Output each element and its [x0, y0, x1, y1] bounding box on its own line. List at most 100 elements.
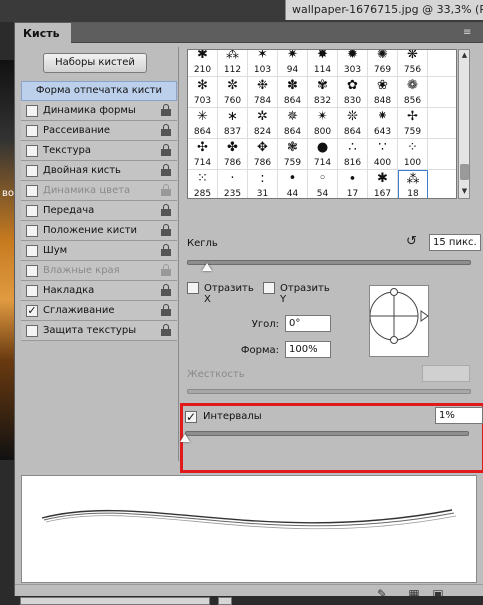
brush-preset[interactable]: ✾ 832 [308, 77, 338, 108]
size-slider[interactable] [187, 260, 471, 265]
brush-preset[interactable]: ⁕ 643 [368, 108, 398, 139]
flip-x-checkbox[interactable] [187, 282, 199, 294]
brush-preset[interactable]: ⁘ 100 [398, 139, 428, 170]
lock-icon[interactable] [161, 204, 171, 217]
brush-preset-grid[interactable]: ✱ 210 ⁂ 112 ✶ 103 ✷ 94 ✸ 114 ✹ 303 ✺ 769 ❋ 756 ✻ 703 ✼ 760 ❉… [187, 49, 457, 199]
brush-preset[interactable]: ✱ 167 [368, 170, 398, 198]
brush-grid-scrollbar[interactable]: ▲ ▼ [458, 49, 470, 199]
flip-y-checkbox[interactable] [263, 282, 275, 294]
brush-preset[interactable]: ∙ 17 [338, 170, 368, 198]
lock-icon[interactable] [161, 244, 171, 257]
reset-size-icon[interactable]: ↺ [406, 235, 420, 249]
brush-preset[interactable]: ✻ 703 [188, 77, 218, 108]
brush-preset[interactable]: ❃ 759 [278, 139, 308, 170]
brush-preset[interactable]: ✱ 210 [188, 50, 218, 77]
spacing-slider-thumb[interactable] [180, 434, 190, 442]
sidebar-item-checkbox[interactable] [26, 165, 38, 177]
sidebar-item-brush-tip-shape[interactable]: Форма отпечатка кисти [21, 81, 177, 101]
brush-preset[interactable]: ✤ 786 [218, 139, 248, 170]
sidebar-item-checkbox[interactable]: ✓ [26, 305, 38, 317]
collapse-icon[interactable]: » [471, 9, 477, 19]
sidebar-item-checkbox[interactable] [26, 265, 38, 277]
roundness-input[interactable]: 100% [285, 341, 331, 358]
angle-input[interactable]: 0° [285, 315, 331, 332]
brush-preset[interactable]: ✿ 830 [338, 77, 368, 108]
angle-roundness-widget[interactable] [369, 285, 429, 357]
brush-preset[interactable]: ❁ 856 [398, 77, 428, 108]
sidebar-item[interactable]: Динамика цвета [21, 181, 177, 201]
brush-preset[interactable]: ✺ 769 [368, 50, 398, 77]
lock-icon[interactable] [161, 104, 171, 117]
scrollbar-thumb[interactable] [460, 164, 469, 180]
spacing-checkbox[interactable]: ✓ [185, 411, 197, 423]
sidebar-item[interactable]: Рассеивание [21, 121, 177, 141]
brush-preset-selected[interactable]: ⁂ 18 [398, 170, 428, 198]
brush-preset[interactable]: ✹ 303 [338, 50, 368, 77]
sidebar-item[interactable]: Положение кисти [21, 221, 177, 241]
sidebar-item-checkbox[interactable] [26, 185, 38, 197]
scroll-up-icon[interactable]: ▲ [460, 51, 469, 61]
status-button[interactable] [218, 597, 232, 605]
sidebar-item-checkbox[interactable] [26, 145, 38, 157]
sidebar-item-checkbox[interactable] [26, 125, 38, 137]
sidebar-item[interactable]: ✓ Сглаживание [21, 301, 177, 321]
lock-icon[interactable] [161, 164, 171, 177]
brush-preset[interactable]: ⁂ 112 [218, 50, 248, 77]
brush-preset[interactable]: ∵ 400 [368, 139, 398, 170]
brush-preset[interactable]: ❊ 864 [338, 108, 368, 139]
size-input[interactable]: 15 пикс. [429, 234, 481, 251]
brush-preset[interactable]: ∴ 816 [338, 139, 368, 170]
sidebar-item-checkbox[interactable] [26, 105, 38, 117]
brush-preset[interactable]: ⁙ 285 [188, 170, 218, 198]
size-slider-thumb[interactable] [201, 263, 212, 271]
spacing-input[interactable]: 1% [435, 407, 483, 424]
lock-icon[interactable] [161, 264, 171, 277]
brush-preset[interactable]: ✽ 864 [278, 77, 308, 108]
sidebar-item[interactable]: Влажные края [21, 261, 177, 281]
brush-preset[interactable]: ● 714 [308, 139, 338, 170]
sidebar-item-checkbox[interactable] [26, 285, 38, 297]
sidebar-item-checkbox[interactable] [26, 325, 38, 337]
brush-preset[interactable]: • 44 [278, 170, 308, 198]
lock-icon[interactable] [161, 304, 171, 317]
lock-icon[interactable] [161, 124, 171, 137]
sidebar-item-checkbox[interactable] [26, 225, 38, 237]
brush-preset[interactable]: ✲ 824 [248, 108, 278, 139]
brush-preset[interactable]: ❀ 848 [368, 77, 398, 108]
lock-icon[interactable] [161, 144, 171, 157]
sidebar-item[interactable]: Передача [21, 201, 177, 221]
brush-preset[interactable]: ✷ 94 [278, 50, 308, 77]
sidebar-item[interactable]: Защита текстуры [21, 321, 177, 341]
panel-title-tab[interactable]: Кисть [15, 23, 71, 43]
brush-preset[interactable]: ✶ 103 [248, 50, 278, 77]
brush-preset[interactable]: ✼ 760 [218, 77, 248, 108]
sidebar-item[interactable]: Двойная кисть [21, 161, 177, 181]
brush-preset[interactable]: ❉ 784 [248, 77, 278, 108]
scroll-down-icon[interactable]: ▼ [460, 187, 469, 197]
lock-icon[interactable] [161, 224, 171, 237]
brush-preset[interactable]: ✴ 800 [308, 108, 338, 139]
lock-icon[interactable] [161, 184, 171, 197]
brush-preset[interactable]: ✣ 714 [188, 139, 218, 170]
brush-preset[interactable]: ✥ 786 [248, 139, 278, 170]
brush-sets-button[interactable]: Наборы кистей [43, 53, 147, 73]
lock-icon[interactable] [161, 284, 171, 297]
brush-preset[interactable]: ✳ 864 [188, 108, 218, 139]
sidebar-item[interactable]: Текстура [21, 141, 177, 161]
brush-preset[interactable]: ✵ 864 [278, 108, 308, 139]
spacing-slider[interactable] [185, 431, 469, 436]
brush-preset[interactable]: ❋ 756 [398, 50, 428, 77]
lock-icon[interactable] [161, 324, 171, 337]
sidebar-item-checkbox[interactable] [26, 245, 38, 257]
document-tab[interactable]: wallpaper-1676715.jpg @ 33,3% (RGB [285, 0, 483, 20]
brush-preset[interactable]: ∗ 837 [218, 108, 248, 139]
brush-preset[interactable]: ✢ 759 [398, 108, 428, 139]
brush-preset[interactable]: ✸ 114 [308, 50, 338, 77]
sidebar-item[interactable]: Шум [21, 241, 177, 261]
panel-menu-icon[interactable]: ≡ [463, 27, 475, 39]
brush-preset[interactable]: : 31 [248, 170, 278, 198]
brush-preset[interactable]: · 235 [218, 170, 248, 198]
brush-preset[interactable]: ◦ 54 [308, 170, 338, 198]
sidebar-item[interactable]: Динамика формы [21, 101, 177, 121]
sidebar-item[interactable]: Накладка [21, 281, 177, 301]
